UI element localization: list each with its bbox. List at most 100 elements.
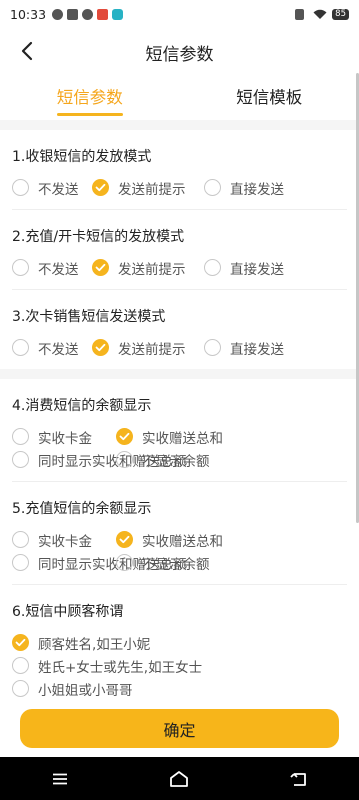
radio-label: 不发送 xyxy=(38,261,79,278)
radio-label: 不发送 xyxy=(38,341,79,358)
radio-label: 发送前提示 xyxy=(118,261,186,278)
confirm-button[interactable]: 确定 xyxy=(20,709,339,748)
radio-label: 直接发送 xyxy=(230,181,284,198)
home-button[interactable] xyxy=(164,764,194,794)
radio-unchecked[interactable] xyxy=(12,428,29,445)
radio-checked[interactable] xyxy=(92,259,109,276)
radio-unchecked[interactable] xyxy=(12,680,29,697)
radio-option[interactable]: 直接发送 xyxy=(204,178,284,198)
tab-bar: 短信参数 短信模板 xyxy=(0,74,359,120)
chat-notification-icon xyxy=(52,8,64,20)
option-row: 不发送 发送前提示 直接发送 xyxy=(12,336,347,359)
radio-option[interactable]: 直接发送 xyxy=(204,338,284,358)
radio-label: 实收赠送总和 xyxy=(142,430,223,447)
option-row: 同时显示实收和赠送总额 不显示余额 xyxy=(12,551,347,574)
radio-unchecked[interactable] xyxy=(12,259,29,276)
setting-section: 6.短信中顾客称谓顾客姓名,如王小妮姓氏+女士或先生,如王女士 小姐姐或小哥哥 xyxy=(12,585,347,710)
radio-option[interactable]: 不发送 xyxy=(12,258,79,278)
section-title: 6.短信中顾客称谓 xyxy=(12,604,124,620)
check-icon xyxy=(95,183,106,192)
radio-option[interactable]: 实收卡金 xyxy=(12,427,92,447)
radio-unchecked[interactable] xyxy=(204,179,221,196)
radio-unchecked[interactable] xyxy=(204,339,221,356)
option-row: 姓氏+女士或先生,如王女士 xyxy=(12,654,347,677)
radio-checked[interactable] xyxy=(92,339,109,356)
radio-unchecked[interactable] xyxy=(12,531,29,548)
setting-section: 4.消费短信的余额显示实收卡金 实收赠送总和 同时显示实收和赠送总额 不显示余额 xyxy=(12,379,347,482)
radio-option[interactable]: 实收赠送总和 xyxy=(116,427,223,447)
radio-unchecked[interactable] xyxy=(12,451,29,468)
radio-label: 直接发送 xyxy=(230,261,284,278)
radio-unchecked[interactable] xyxy=(12,554,29,571)
radio-checked[interactable] xyxy=(116,428,133,445)
tab-sms-templates[interactable]: 短信模板 xyxy=(180,74,359,120)
radio-option[interactable]: 实收卡金 xyxy=(12,530,92,550)
app-notification-icon-2 xyxy=(112,8,124,20)
radio-checked[interactable] xyxy=(12,634,29,651)
radio-label: 顾客姓名,如王小妮 xyxy=(38,636,151,653)
radio-label: 姓氏+女士或先生,如王女士 xyxy=(38,659,203,676)
section-title: 4.消费短信的余额显示 xyxy=(12,398,152,414)
radio-option[interactable]: 不显示余额 xyxy=(116,450,210,470)
status-bar: 10:33 85 xyxy=(0,0,359,28)
radio-unchecked[interactable] xyxy=(12,179,29,196)
option-row: 同时显示实收和赠送总额 不显示余额 xyxy=(12,448,347,471)
radio-checked[interactable] xyxy=(116,531,133,548)
radio-unchecked[interactable] xyxy=(204,259,221,276)
radio-label: 不显示余额 xyxy=(142,453,210,470)
radio-label: 不发送 xyxy=(38,181,79,198)
section-title: 5.充值短信的余额显示 xyxy=(12,501,152,517)
radio-label: 不显示余额 xyxy=(142,556,210,573)
radio-unchecked[interactable] xyxy=(12,657,29,674)
radio-option[interactable]: 发送前提示 xyxy=(92,178,186,198)
tab-sms-params[interactable]: 短信参数 xyxy=(0,74,180,120)
option-row: 顾客姓名,如王小妮 xyxy=(12,631,347,654)
app-notification-icon xyxy=(97,8,109,20)
system-navigation-bar xyxy=(0,757,359,800)
radio-option[interactable]: 直接发送 xyxy=(204,258,284,278)
battery-indicator: 85 xyxy=(332,8,349,20)
menu-button[interactable] xyxy=(45,764,75,794)
bottom-bar: 确定 xyxy=(0,697,359,757)
radio-label: 发送前提示 xyxy=(118,181,186,198)
radio-label: 实收卡金 xyxy=(38,430,92,447)
section-title: 2.充值/开卡短信的发放模式 xyxy=(12,229,185,245)
navigation-bar: 短信参数 xyxy=(0,28,359,74)
radio-unchecked[interactable] xyxy=(12,339,29,356)
check-icon xyxy=(119,535,130,544)
status-time: 10:33 xyxy=(10,6,47,22)
radio-option[interactable]: 不发送 xyxy=(12,338,79,358)
radio-option[interactable]: 顾客姓名,如王小妮 xyxy=(12,633,150,653)
option-row: 不发送 发送前提示 直接发送 xyxy=(12,256,347,279)
radio-option[interactable]: 姓氏+女士或先生,如王女士 xyxy=(12,656,202,676)
return-icon xyxy=(290,772,307,786)
setting-section: 1.收银短信的发放模式 不发送 发送前提示 直接发送 xyxy=(12,130,347,210)
radio-checked[interactable] xyxy=(92,179,109,196)
sim-icon xyxy=(295,8,305,20)
radio-option[interactable]: 不显示余额 xyxy=(116,553,210,573)
setting-section: 5.充值短信的余额显示实收卡金 实收赠送总和 同时显示实收和赠送总额 不显示余额 xyxy=(12,482,347,585)
radio-label: 发送前提示 xyxy=(118,341,186,358)
radio-unchecked[interactable] xyxy=(116,451,133,468)
send-mode-card: 1.收银短信的发放模式 不发送 发送前提示 直接发送 2.充值/开卡短信的发放模式 不发送… xyxy=(0,130,359,369)
radio-option[interactable]: 发送前提示 xyxy=(92,338,186,358)
radio-option[interactable]: 小姐姐或小哥哥 xyxy=(12,679,133,699)
page-title: 短信参数 xyxy=(145,45,214,65)
setting-section: 3.次卡销售短信发送模式 不发送 发送前提示 直接发送 xyxy=(12,290,347,369)
check-icon xyxy=(95,343,106,352)
home-icon xyxy=(170,770,189,787)
radio-unchecked[interactable] xyxy=(116,554,133,571)
radio-option[interactable]: 实收赠送总和 xyxy=(116,530,223,550)
wifi-icon xyxy=(313,9,327,19)
radio-label: 实收赠送总和 xyxy=(142,533,223,550)
radio-option[interactable]: 不发送 xyxy=(12,178,79,198)
back-system-button[interactable] xyxy=(284,764,314,794)
option-row: 实收卡金 实收赠送总和 xyxy=(12,425,347,448)
option-row: 实收卡金 实收赠送总和 xyxy=(12,528,347,551)
settings-content: 1.收银短信的发放模式 不发送 发送前提示 直接发送 2.充值/开卡短信的发放模式 不发送… xyxy=(0,130,359,710)
radio-option[interactable]: 发送前提示 xyxy=(92,258,186,278)
menu-icon xyxy=(52,773,67,784)
radio-label: 小姐姐或小哥哥 xyxy=(38,682,133,699)
help-notification-icon xyxy=(82,8,94,20)
setting-section: 2.充值/开卡短信的发放模式不发送 发送前提示 直接发送 xyxy=(12,210,347,290)
